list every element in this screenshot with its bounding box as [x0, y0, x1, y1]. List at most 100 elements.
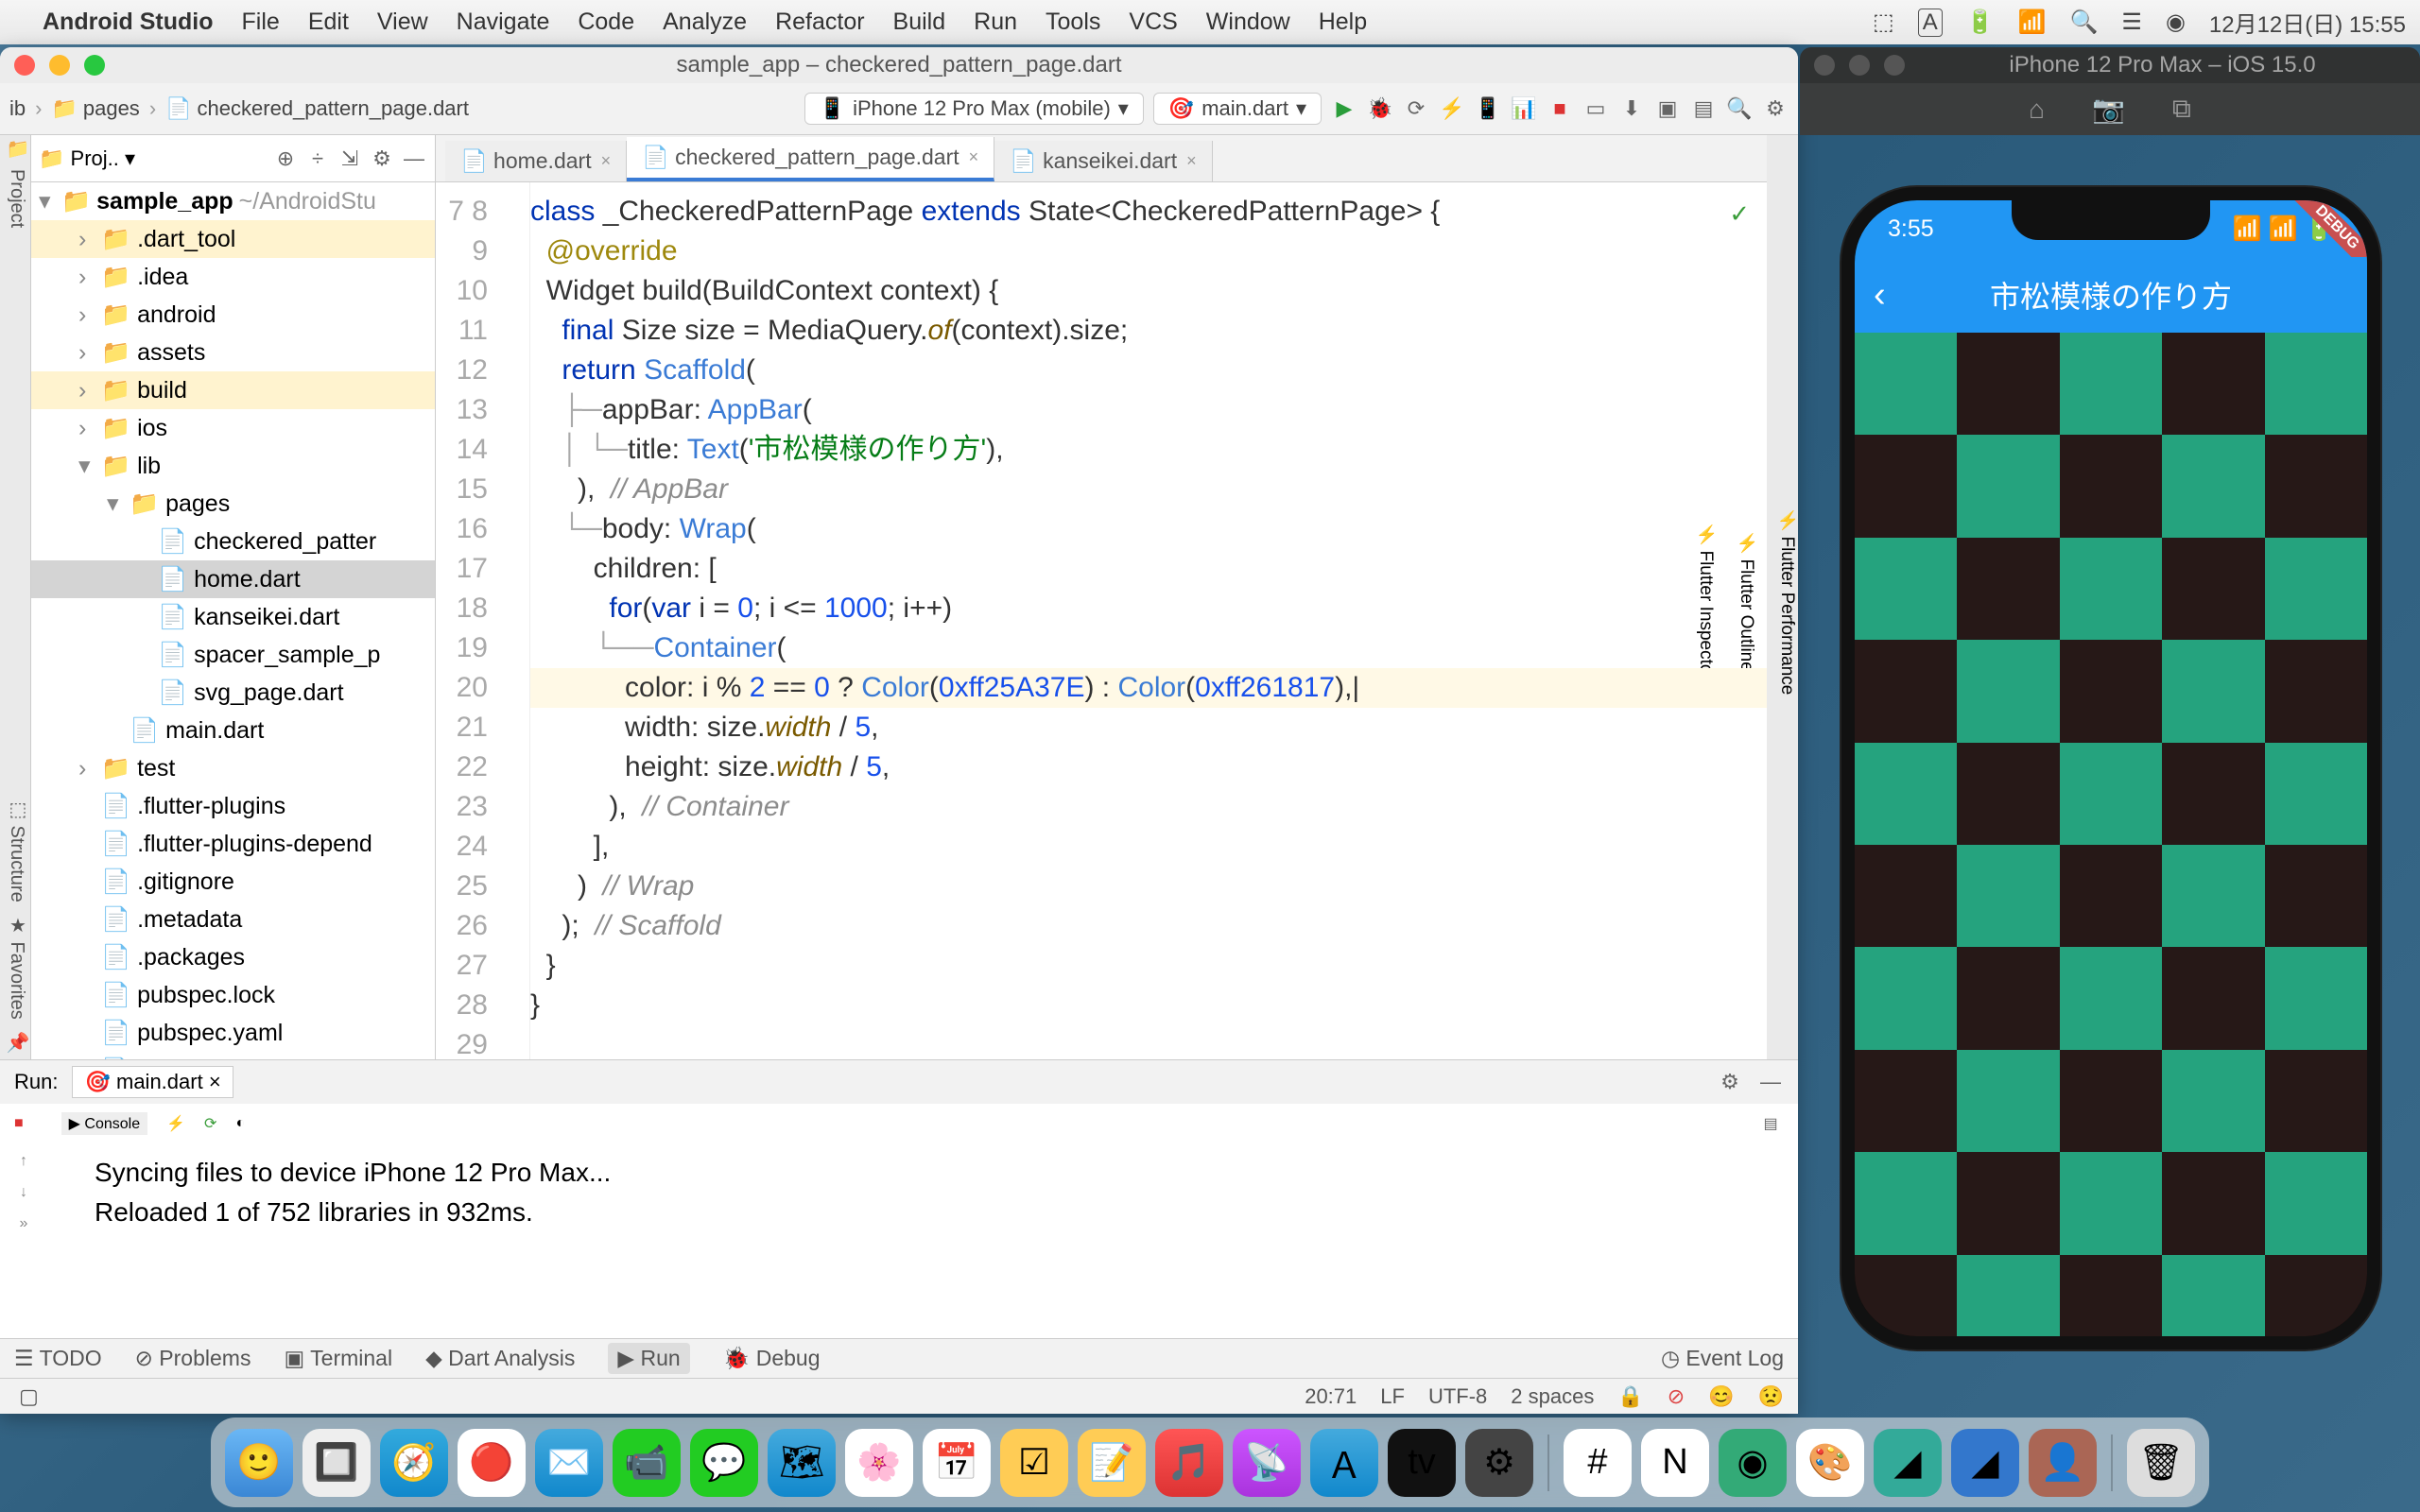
- tree-item[interactable]: ▾📁 lib: [31, 447, 435, 485]
- editor-tab[interactable]: 📄 home.dart ×: [445, 141, 627, 181]
- layout-settings-icon[interactable]: ▤: [1757, 1110, 1784, 1137]
- search-everywhere-icon[interactable]: 🔍: [1726, 95, 1753, 122]
- hot-restart-icon[interactable]: ⟳: [204, 1114, 216, 1133]
- todo-tab[interactable]: ☰ TODO: [14, 1346, 102, 1371]
- attach-button[interactable]: 📱: [1475, 95, 1501, 122]
- messages-icon[interactable]: 💬: [690, 1429, 758, 1497]
- panel-settings-icon[interactable]: ⚙: [369, 146, 395, 172]
- debug-button[interactable]: 🐞: [1367, 95, 1393, 122]
- close-tab-icon[interactable]: ×: [1186, 151, 1197, 171]
- tree-item[interactable]: 📄 kanseikei.dart: [31, 598, 435, 636]
- menu-help[interactable]: Help: [1319, 9, 1367, 36]
- emoji-happy-icon[interactable]: 😊: [1708, 1384, 1734, 1409]
- scroll-to-end-icon[interactable]: ↑: [20, 1153, 27, 1170]
- notes-icon[interactable]: 📝: [1078, 1429, 1146, 1497]
- sourcetree-icon[interactable]: ◉: [1719, 1429, 1787, 1497]
- notion-icon[interactable]: N: [1641, 1429, 1709, 1497]
- tree-item[interactable]: 📄 pubspec.yaml: [31, 1014, 435, 1052]
- settings-dock-icon[interactable]: ⚙: [1465, 1429, 1533, 1497]
- tree-item[interactable]: 📄 .flutter-plugins-depend: [31, 825, 435, 863]
- terminal-tab[interactable]: ▣ Terminal: [284, 1346, 392, 1371]
- mail-icon[interactable]: ✉️: [535, 1429, 603, 1497]
- menu-view[interactable]: View: [377, 9, 428, 36]
- tree-item[interactable]: ›📁 assets: [31, 334, 435, 371]
- event-log-tab[interactable]: ◷ Event Log: [1661, 1346, 1784, 1371]
- editor-tab[interactable]: 📄 checkered_pattern_page.dart ×: [627, 137, 994, 181]
- run-settings-icon[interactable]: ⚙: [1717, 1069, 1743, 1095]
- maximize-icon[interactable]: [84, 55, 105, 76]
- clock[interactable]: 12月12日(日) 15:55: [2209, 6, 2406, 39]
- back-button[interactable]: ‹: [1874, 275, 1886, 316]
- avd-button[interactable]: ▭: [1582, 95, 1609, 122]
- stop-button[interactable]: ■: [1547, 95, 1573, 122]
- battery-icon[interactable]: 🔋: [1966, 9, 1995, 36]
- tree-item[interactable]: ›📁 build: [31, 371, 435, 409]
- app-name[interactable]: Android Studio: [43, 9, 214, 36]
- tree-item[interactable]: 📄 pubspec.lock: [31, 976, 435, 1014]
- tree-item[interactable]: 📄 .packages: [31, 938, 435, 976]
- close-tab-icon[interactable]: ×: [969, 147, 979, 167]
- project-scope[interactable]: 📁 Proj.. ▾: [39, 146, 135, 171]
- music-icon[interactable]: 🎵: [1155, 1429, 1223, 1497]
- safari-icon[interactable]: 🧭: [380, 1429, 448, 1497]
- tree-item[interactable]: 📄 .flutter-plugins: [31, 787, 435, 825]
- menu-run[interactable]: Run: [974, 9, 1017, 36]
- maps-icon[interactable]: 🗺: [768, 1429, 836, 1497]
- chrome-icon[interactable]: 🔴: [458, 1429, 526, 1497]
- collapse-all-icon[interactable]: ⇲: [337, 146, 363, 172]
- error-icon[interactable]: ⊘: [1668, 1384, 1685, 1409]
- menu-window[interactable]: Window: [1206, 9, 1290, 36]
- close-tab-icon[interactable]: ×: [601, 151, 612, 171]
- figma-icon[interactable]: 🎨: [1796, 1429, 1864, 1497]
- favorites-tool-tab[interactable]: ★ Favorites: [0, 908, 30, 1025]
- vscode-icon[interactable]: ◢: [1951, 1429, 2019, 1497]
- tree-item[interactable]: ▾📁 pages: [31, 485, 435, 523]
- menu-file[interactable]: File: [242, 9, 280, 36]
- settings-icon[interactable]: ⚙: [1762, 95, 1789, 122]
- dart-analysis-tab[interactable]: ◆ Dart Analysis: [425, 1346, 575, 1371]
- tree-item[interactable]: 📄 .gitignore: [31, 863, 435, 901]
- run-tab-main[interactable]: 🎯 main.dart ×: [72, 1066, 233, 1098]
- problems-tab[interactable]: ⊘ Problems: [135, 1346, 251, 1371]
- tv-icon[interactable]: tv: [1388, 1429, 1456, 1497]
- console-output[interactable]: Syncing files to device iPhone 12 Pro Ma…: [47, 1143, 1798, 1338]
- sim-minimize-icon[interactable]: [1849, 55, 1870, 76]
- siri-icon[interactable]: ◉: [2166, 9, 2186, 36]
- facetime-icon[interactable]: 📹: [613, 1429, 681, 1497]
- indent[interactable]: 2 spaces: [1511, 1384, 1594, 1409]
- run-tab[interactable]: ▶ Run: [608, 1343, 689, 1374]
- hot-reload-icon[interactable]: ⚡: [166, 1114, 185, 1133]
- scroll-from-source-icon[interactable]: ⊕: [272, 146, 299, 172]
- device-selector[interactable]: 📱 iPhone 12 Pro Max (mobile) ▾: [804, 93, 1144, 125]
- sdk-button[interactable]: ⬇: [1618, 95, 1645, 122]
- tree-item[interactable]: 📄 home.dart: [31, 560, 435, 598]
- wifi-icon[interactable]: 📶: [2018, 9, 2047, 36]
- menu-refactor[interactable]: Refactor: [775, 9, 864, 36]
- trash-icon[interactable]: 🗑: [2127, 1429, 2195, 1497]
- project-tool-tab[interactable]: 📁 Project: [0, 135, 30, 233]
- crumb-0[interactable]: ib: [9, 96, 26, 121]
- emoji-sad-icon[interactable]: 😟: [1758, 1384, 1784, 1409]
- tree-root[interactable]: ▾📁 sample_app ~/AndroidStu: [31, 182, 435, 220]
- readonly-icon[interactable]: 🔒: [1617, 1384, 1643, 1409]
- structure-tool-tab[interactable]: ⬚ Structure: [0, 792, 30, 908]
- file-encoding[interactable]: UTF-8: [1428, 1384, 1487, 1409]
- layout-button[interactable]: ▣: [1654, 95, 1681, 122]
- tree-item[interactable]: 📄 .metadata: [31, 901, 435, 938]
- menu-build[interactable]: Build: [893, 9, 946, 36]
- line-separator[interactable]: LF: [1380, 1384, 1405, 1409]
- menu-edit[interactable]: Edit: [308, 9, 349, 36]
- tree-item[interactable]: 📄 svg_page.dart: [31, 674, 435, 712]
- control-center-icon[interactable]: ☰: [2121, 9, 2142, 36]
- soft-wrap-icon[interactable]: ↓: [20, 1184, 27, 1201]
- project-tree[interactable]: ▾📁 sample_app ~/AndroidStu›📁 .dart_tool›…: [31, 182, 435, 1059]
- launchpad-icon[interactable]: 🔲: [302, 1429, 371, 1497]
- run-stop-button[interactable]: ■: [14, 1115, 24, 1132]
- tree-item[interactable]: ›📁 .idea: [31, 258, 435, 296]
- sim-close-icon[interactable]: [1814, 55, 1835, 76]
- coverage-button[interactable]: ⟳: [1403, 95, 1429, 122]
- build-variants-tool-tab[interactable]: 📌: [0, 1025, 30, 1059]
- minimize-icon[interactable]: [49, 55, 70, 76]
- tree-item[interactable]: ›📁 ios: [31, 409, 435, 447]
- copy-icon[interactable]: ⧉: [2172, 94, 2191, 125]
